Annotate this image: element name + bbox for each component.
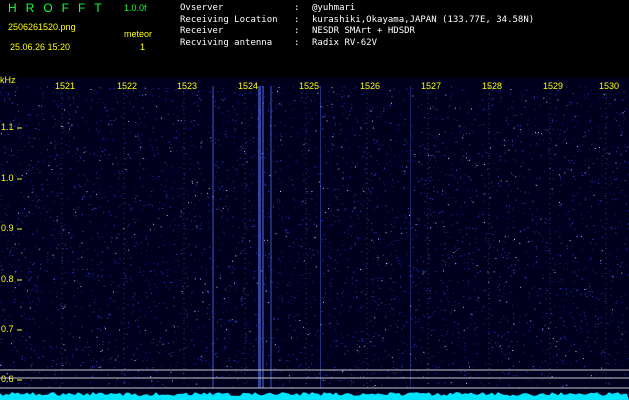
signal-streak (270, 86, 272, 388)
y-tick-label: 0.8 (1, 274, 14, 284)
y-tick-label: 0.9 (1, 223, 14, 233)
image-filename: 2506261520.png (8, 22, 76, 32)
x-tick-label: 1526 (360, 81, 381, 91)
x-tick-label: 1521 (55, 81, 76, 91)
spectrogram-panel: kHz 1.1 1.0 0.9 0.8 0.7 0.6 1521 1522 1523 1524 1… (0, 75, 629, 400)
meteor-count: 1 (140, 42, 146, 52)
y-tick-label: 0.6 (1, 374, 14, 384)
counter-label: meteor (124, 29, 153, 39)
y-tick-label: 1.0 (1, 173, 14, 183)
info-row-antenna: Recviving antenna: Radix RV-62V (180, 37, 378, 48)
x-tick-label: 1522 (117, 81, 138, 91)
x-tick-label: 1524 (238, 81, 259, 91)
signal-streak (320, 86, 321, 388)
x-tick-label: 1528 (482, 81, 503, 91)
signal-streak (410, 86, 411, 388)
app-title: HROFFT (8, 1, 111, 15)
y-tick-label: 0.7 (1, 324, 14, 334)
x-tick-label: 1525 (299, 81, 320, 91)
signal-streak (258, 86, 261, 388)
spectrogram-background (0, 78, 629, 400)
info-row-receiver: Receiver: NESDR SMArt + HDSDR (180, 26, 415, 36)
x-tick-label: 1530 (599, 81, 620, 91)
signal-streak (212, 86, 214, 388)
x-tick-label: 1527 (421, 81, 442, 91)
y-axis-unit: kHz (0, 75, 16, 85)
station-info: Ovserver: @yuhmari Receiving Location: kur… (180, 3, 534, 49)
info-row-observer: Ovserver: @yuhmari (180, 3, 356, 13)
info-row-location: Receiving Location: kurashiki,Okayama,JAP… (180, 14, 535, 25)
x-tick-label: 1523 (177, 81, 198, 91)
spectrogram-canvas (0, 78, 629, 400)
signal-streak (262, 86, 264, 388)
header-panel: HROFFT 1.0.0f 2506261520.png meteor 25.0… (0, 0, 629, 78)
x-tick-label: 1529 (543, 81, 564, 91)
capture-datetime: 25.06.26 15:20 (10, 42, 71, 52)
y-tick-label: 1.1 (1, 122, 14, 132)
app-version: 1.0.0f (124, 3, 147, 13)
